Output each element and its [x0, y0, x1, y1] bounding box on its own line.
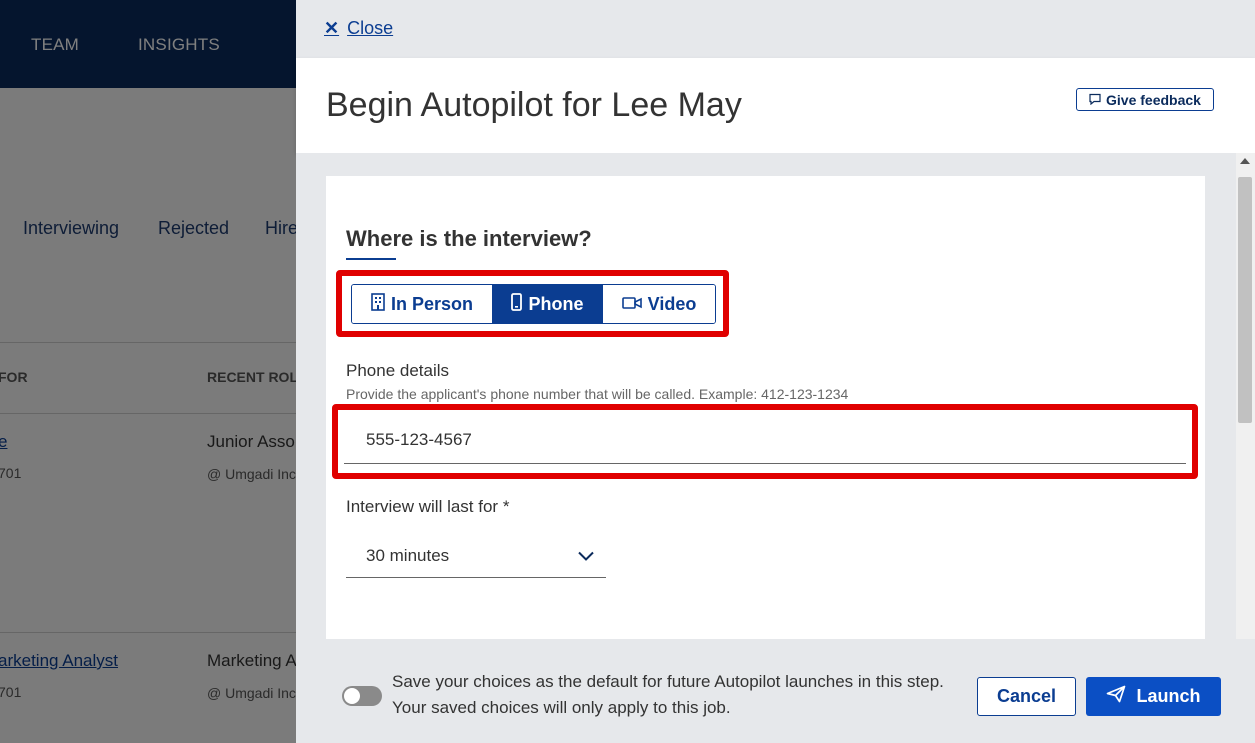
option-in-person-label: In Person — [390, 293, 474, 314]
cancel-button[interactable]: Cancel — [977, 677, 1076, 716]
give-feedback-label: Give feedback — [1106, 91, 1201, 108]
section-title: Where is the interview? — [346, 226, 592, 251]
chevron-down-icon — [578, 546, 594, 566]
building-icon — [371, 292, 385, 316]
paper-plane-icon — [1106, 685, 1126, 708]
launch-label: Launch — [1136, 686, 1201, 706]
option-video-label: Video — [647, 293, 697, 314]
option-video[interactable]: Video — [602, 285, 715, 323]
toggle-knob — [344, 688, 360, 704]
duration-label: Interview will last for * — [346, 497, 510, 516]
option-in-person[interactable]: In Person — [352, 285, 492, 323]
option-phone-label: Phone — [528, 293, 584, 314]
section-underline — [346, 258, 396, 260]
interview-location-selector: In Person Phone Video — [351, 284, 716, 324]
give-feedback-button[interactable]: Give feedback — [1076, 88, 1214, 111]
save-default-toggle[interactable] — [342, 686, 382, 706]
duration-select[interactable]: 30 minutes — [346, 534, 606, 578]
close-bar: ✕ Close — [296, 0, 1255, 58]
phone-details-help: Provide the applicant's phone number tha… — [346, 386, 849, 402]
scrollbar-thumb[interactable] — [1238, 177, 1252, 423]
page-title: Begin Autopilot for Lee May — [326, 86, 742, 124]
save-default-text: Save your choices as the default for fut… — [392, 672, 944, 717]
phone-icon — [511, 292, 523, 316]
drawer-body: Where is the interview? In Person Phone — [296, 153, 1236, 639]
cancel-label: Cancel — [996, 686, 1057, 706]
close-label: Close — [347, 18, 394, 38]
option-phone[interactable]: Phone — [492, 285, 602, 323]
drawer-header: Begin Autopilot for Lee May Give feedbac… — [296, 58, 1255, 153]
speech-bubble-icon — [1089, 92, 1101, 108]
duration-value: 30 minutes — [366, 545, 450, 565]
launch-button[interactable]: Launch — [1086, 677, 1221, 716]
close-button[interactable]: ✕ Close — [324, 18, 393, 39]
scroll-up-arrow-icon[interactable] — [1240, 158, 1250, 164]
autopilot-drawer: ✕ Close Begin Autopilot for Lee May Give… — [296, 0, 1255, 743]
scrollbar[interactable] — [1236, 153, 1255, 639]
close-icon: ✕ — [324, 18, 340, 38]
phone-number-input[interactable] — [344, 417, 1186, 464]
phone-details-label: Phone details — [346, 361, 450, 380]
form-card: Where is the interview? In Person Phone — [326, 176, 1205, 639]
drawer-footer: Save your choices as the default for fut… — [296, 639, 1255, 743]
video-camera-icon — [621, 294, 642, 315]
